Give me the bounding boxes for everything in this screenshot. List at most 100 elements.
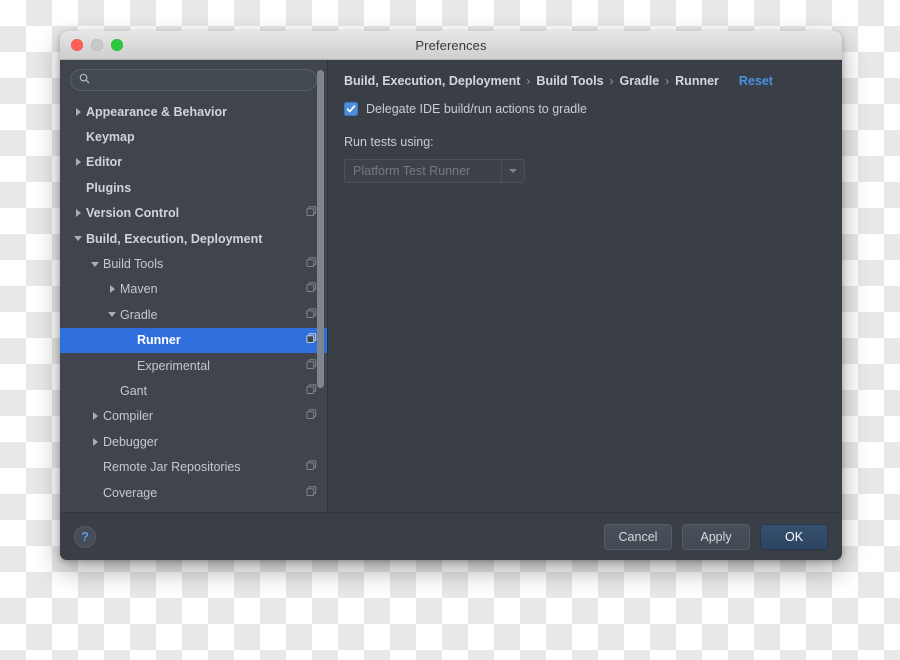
sidebar-scrollbar-track[interactable] bbox=[317, 66, 324, 506]
window-body: Appearance & Behavior Keymap Editor Plugins… bbox=[60, 60, 842, 512]
sidebar-item-experimental[interactable]: Experimental bbox=[60, 353, 327, 378]
sidebar-item-remote-jar-repositories[interactable]: Remote Jar Repositories bbox=[60, 454, 327, 479]
sidebar-item-label: Keymap bbox=[86, 130, 135, 145]
copy-icon bbox=[306, 282, 317, 293]
sidebar-item-gant[interactable]: Gant bbox=[60, 378, 327, 403]
search-container bbox=[60, 60, 327, 98]
dialog-footer: ? Cancel Apply OK bbox=[60, 512, 842, 560]
sidebar-item-label: Build, Execution, Deployment bbox=[86, 231, 263, 246]
breadcrumb-segment: Gradle bbox=[619, 74, 660, 88]
cancel-button[interactable]: Cancel bbox=[604, 523, 672, 550]
close-window-button[interactable] bbox=[71, 39, 83, 51]
copy-icon bbox=[306, 333, 317, 344]
sidebar-item-keymap[interactable]: Keymap bbox=[60, 124, 327, 149]
breadcrumb-segment: Build, Execution, Deployment bbox=[344, 74, 521, 88]
sidebar-item-plugins[interactable]: Plugins bbox=[60, 175, 327, 200]
delegate-checkbox-row[interactable]: Delegate IDE build/run actions to gradle bbox=[344, 102, 826, 116]
search-icon bbox=[79, 71, 90, 89]
sidebar-item-compiler[interactable]: Compiler bbox=[60, 404, 327, 429]
breadcrumb-separator: › bbox=[609, 74, 614, 88]
reset-link[interactable]: Reset bbox=[739, 74, 773, 88]
copy-icon bbox=[306, 458, 317, 476]
run-tests-label: Run tests using: bbox=[344, 135, 434, 149]
copy-icon bbox=[306, 409, 317, 420]
copy-icon bbox=[306, 358, 317, 369]
copy-icon bbox=[306, 257, 317, 268]
sidebar-item-debugger[interactable]: Debugger bbox=[60, 429, 327, 454]
ok-button[interactable]: OK bbox=[760, 523, 828, 550]
minimize-window-button[interactable] bbox=[91, 39, 103, 51]
breadcrumb-segment: Build Tools bbox=[536, 74, 604, 88]
twisty-expanded-icon[interactable] bbox=[70, 236, 86, 242]
sidebar-item-label: Compiler bbox=[103, 409, 154, 424]
sidebar-item-label: Build Tools bbox=[103, 257, 164, 272]
sidebar-item-label: Appearance & Behavior bbox=[86, 104, 228, 119]
settings-tree[interactable]: Appearance & Behavior Keymap Editor Plugins… bbox=[60, 98, 327, 512]
copy-icon bbox=[306, 484, 317, 502]
sidebar-item-coverage[interactable]: Coverage bbox=[60, 480, 327, 505]
sidebar-item-label: Version Control bbox=[86, 206, 180, 221]
traffic-light-group bbox=[60, 39, 123, 51]
copy-icon bbox=[306, 407, 317, 425]
twisty-collapsed-icon[interactable] bbox=[70, 158, 86, 167]
copy-icon bbox=[306, 255, 317, 273]
sidebar-item-build-execution-deployment[interactable]: Build, Execution, Deployment bbox=[60, 226, 327, 251]
sidebar-item-version-control[interactable]: Version Control bbox=[60, 201, 327, 226]
settings-sidebar: Appearance & Behavior Keymap Editor Plugins… bbox=[60, 60, 328, 512]
sidebar-item-build-tools[interactable]: Build Tools bbox=[60, 251, 327, 276]
preferences-window: Preferences Appearance & Behavior Keymap E… bbox=[60, 31, 842, 560]
twisty-collapsed-icon[interactable] bbox=[87, 437, 103, 446]
sidebar-item-runner[interactable]: Runner bbox=[60, 327, 327, 353]
copy-icon bbox=[306, 384, 317, 395]
sidebar-scrollbar-thumb[interactable] bbox=[317, 70, 324, 388]
help-button[interactable]: ? bbox=[74, 525, 96, 548]
twisty-expanded-icon[interactable] bbox=[87, 261, 103, 267]
sidebar-item-label: Editor bbox=[86, 155, 123, 170]
run-tests-select[interactable]: Platform Test Runner bbox=[344, 159, 525, 183]
copy-icon bbox=[306, 382, 317, 400]
sidebar-item-label: Coverage bbox=[103, 485, 158, 500]
breadcrumb-separator: › bbox=[665, 74, 670, 88]
chevron-down-icon[interactable] bbox=[501, 160, 524, 182]
sidebar-item-maven[interactable]: Maven bbox=[60, 277, 327, 302]
window-titlebar: Preferences bbox=[60, 31, 842, 60]
sidebar-item-label: Remote Jar Repositories bbox=[103, 460, 241, 475]
twisty-collapsed-icon[interactable] bbox=[104, 285, 120, 294]
copy-icon bbox=[306, 280, 317, 298]
checkmark-icon bbox=[346, 105, 356, 113]
apply-button[interactable]: Apply bbox=[682, 523, 750, 550]
delegate-checkbox-label: Delegate IDE build/run actions to gradle bbox=[366, 102, 587, 116]
copy-icon bbox=[306, 206, 317, 217]
settings-detail-panel: Build, Execution, Deployment › Build Tools… bbox=[328, 60, 842, 512]
sidebar-item-label: Gradle bbox=[120, 307, 158, 322]
sidebar-item-label: Plugins bbox=[86, 180, 132, 195]
breadcrumb-segment: Runner bbox=[675, 74, 719, 88]
twisty-expanded-icon[interactable] bbox=[104, 312, 120, 318]
sidebar-item-label: Runner bbox=[137, 333, 181, 348]
sidebar-item-label: Experimental bbox=[137, 358, 210, 373]
sidebar-item-label: Maven bbox=[120, 282, 158, 297]
breadcrumb-separator: › bbox=[526, 74, 531, 88]
window-title: Preferences bbox=[415, 37, 487, 53]
sidebar-item-label: Gant bbox=[120, 383, 148, 398]
twisty-collapsed-icon[interactable] bbox=[87, 412, 103, 421]
copy-icon bbox=[306, 485, 317, 496]
copy-icon bbox=[306, 204, 317, 222]
copy-icon bbox=[306, 331, 317, 349]
sidebar-item-appearance-behavior[interactable]: Appearance & Behavior bbox=[60, 99, 327, 124]
twisty-collapsed-icon[interactable] bbox=[70, 107, 86, 116]
copy-icon bbox=[306, 308, 317, 318]
copy-icon bbox=[306, 306, 317, 324]
sidebar-item-gradle[interactable]: Gradle bbox=[60, 302, 327, 327]
copy-icon bbox=[306, 357, 317, 375]
delegate-checkbox[interactable] bbox=[344, 102, 358, 116]
copy-icon bbox=[306, 460, 317, 471]
sidebar-item-label: Debugger bbox=[103, 434, 158, 449]
run-tests-select-value: Platform Test Runner bbox=[353, 164, 471, 178]
breadcrumb: Build, Execution, Deployment › Build Tools… bbox=[344, 74, 826, 88]
search-input[interactable] bbox=[96, 73, 308, 87]
twisty-collapsed-icon[interactable] bbox=[70, 209, 86, 218]
zoom-window-button[interactable] bbox=[111, 39, 123, 51]
search-field[interactable] bbox=[70, 69, 317, 91]
sidebar-item-editor[interactable]: Editor bbox=[60, 150, 327, 175]
